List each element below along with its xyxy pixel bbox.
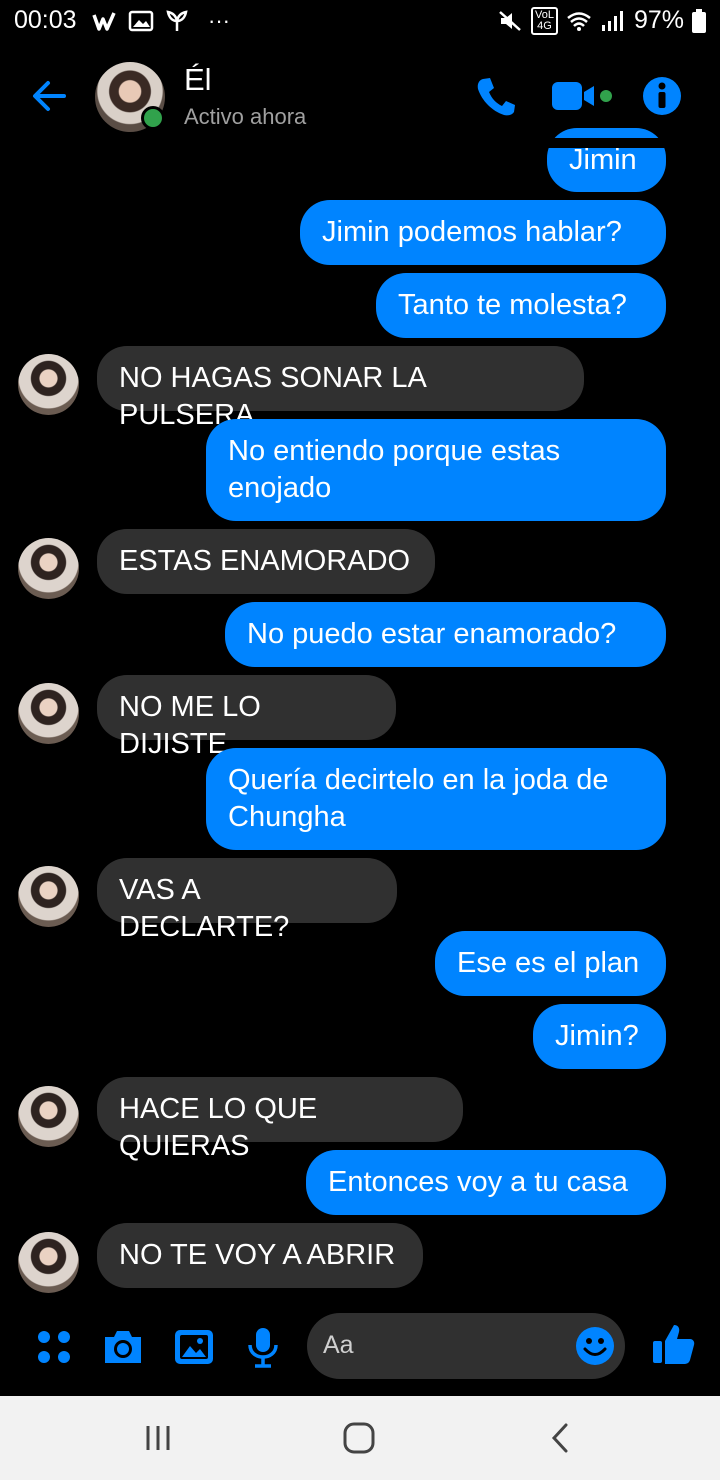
video-camera-icon[interactable] xyxy=(550,74,616,118)
contact-avatar-small[interactable] xyxy=(18,538,79,599)
status-bar: 00:03 ··· VoL 4G 97% xyxy=(0,0,720,44)
phone-icon[interactable] xyxy=(474,74,516,118)
status-system-icons: VoL 4G 97% xyxy=(497,6,706,35)
incoming-message[interactable]: HACE LO QUE QUIERAS xyxy=(97,1077,463,1162)
incoming-message[interactable]: NO ME LO DIJISTE xyxy=(97,675,396,760)
battery-icon xyxy=(692,8,706,33)
mute-icon xyxy=(499,10,521,31)
message-input[interactable]: Aa xyxy=(307,1313,625,1379)
wattpad-icon xyxy=(92,12,116,31)
outgoing-message[interactable]: Entonces voy a tu casa xyxy=(306,1150,666,1215)
volte-badge: VoL 4G xyxy=(530,6,558,35)
back-nav-icon[interactable] xyxy=(541,1420,581,1456)
battery-percent: 97% xyxy=(633,6,684,34)
apps-icon[interactable] xyxy=(32,1325,76,1369)
message-text: Jimin xyxy=(569,144,637,176)
outgoing-message[interactable]: Jimin podemos hablar? xyxy=(300,200,666,265)
online-status-dot xyxy=(141,106,165,130)
more-notifications: ··· xyxy=(208,8,230,33)
outgoing-message[interactable]: Ese es el plan xyxy=(435,931,666,996)
outgoing-message[interactable]: Tanto te molesta? xyxy=(376,273,666,338)
network-type: 4G xyxy=(537,19,552,32)
message-text: Ese es el plan xyxy=(457,947,640,979)
message-text: NO TE VOY A ABRIR xyxy=(119,1239,396,1271)
info-icon[interactable] xyxy=(640,74,684,118)
presence-status: Activo ahora xyxy=(184,104,307,129)
message-text: Jimin podemos hablar? xyxy=(322,216,622,248)
message-text: No entiendo porque estas enojado xyxy=(228,435,561,504)
message-text: No puedo estar enamorado? xyxy=(247,618,617,650)
header-divider xyxy=(0,138,720,148)
message-text: Tanto te molesta? xyxy=(398,289,627,321)
message-text: Entonces voy a tu casa xyxy=(328,1166,628,1198)
incoming-message[interactable]: ESTAS ENAMORADO xyxy=(97,529,435,594)
message-text: ESTAS ENAMORADO xyxy=(119,545,411,577)
incoming-message[interactable]: NO TE VOY A ABRIR xyxy=(97,1223,423,1288)
outgoing-message[interactable]: Quería decirtelo en la joda de Chungha xyxy=(206,748,666,850)
signal-icon xyxy=(601,10,623,31)
message-input-placeholder: Aa xyxy=(323,1331,354,1359)
contact-name[interactable]: Él xyxy=(184,62,212,98)
contact-avatar-small[interactable] xyxy=(18,866,79,927)
wifi-icon xyxy=(567,11,591,31)
outgoing-message[interactable]: Jimin? xyxy=(533,1004,666,1069)
image-icon[interactable] xyxy=(172,1325,216,1369)
thumbs-up-icon[interactable] xyxy=(650,1321,696,1367)
message-text: Jimin? xyxy=(555,1020,639,1052)
contact-avatar-small[interactable] xyxy=(18,1232,79,1293)
plant-icon xyxy=(166,10,188,31)
recent-apps-icon[interactable] xyxy=(138,1420,178,1456)
microphone-icon[interactable] xyxy=(241,1325,285,1369)
contact-avatar-small[interactable] xyxy=(18,1086,79,1147)
incoming-message[interactable]: NO HAGAS SONAR LA PULSERA xyxy=(97,346,584,431)
message-composer: Aa xyxy=(0,1305,720,1395)
outgoing-message[interactable]: No entiendo porque estas enojado xyxy=(206,419,666,521)
incoming-message[interactable]: VAS A DECLARTE? xyxy=(97,858,397,943)
message-text: HACE LO QUE QUIERAS xyxy=(119,1093,318,1162)
emoji-icon[interactable] xyxy=(575,1326,615,1366)
camera-icon[interactable] xyxy=(101,1325,145,1369)
contact-avatar-small[interactable] xyxy=(18,683,79,744)
system-navigation-bar xyxy=(0,1396,720,1480)
status-notification-icons: ··· xyxy=(92,8,230,34)
message-text: Quería decirtelo en la joda de Chungha xyxy=(228,764,609,833)
back-arrow-icon[interactable] xyxy=(28,74,72,118)
status-time: 00:03 xyxy=(14,6,77,34)
home-icon[interactable] xyxy=(339,1420,379,1456)
contact-avatar-small[interactable] xyxy=(18,354,79,415)
outgoing-message[interactable]: No puedo estar enamorado? xyxy=(225,602,666,667)
gallery-notification-icon xyxy=(128,10,154,32)
message-text: VAS A DECLARTE? xyxy=(119,874,290,943)
